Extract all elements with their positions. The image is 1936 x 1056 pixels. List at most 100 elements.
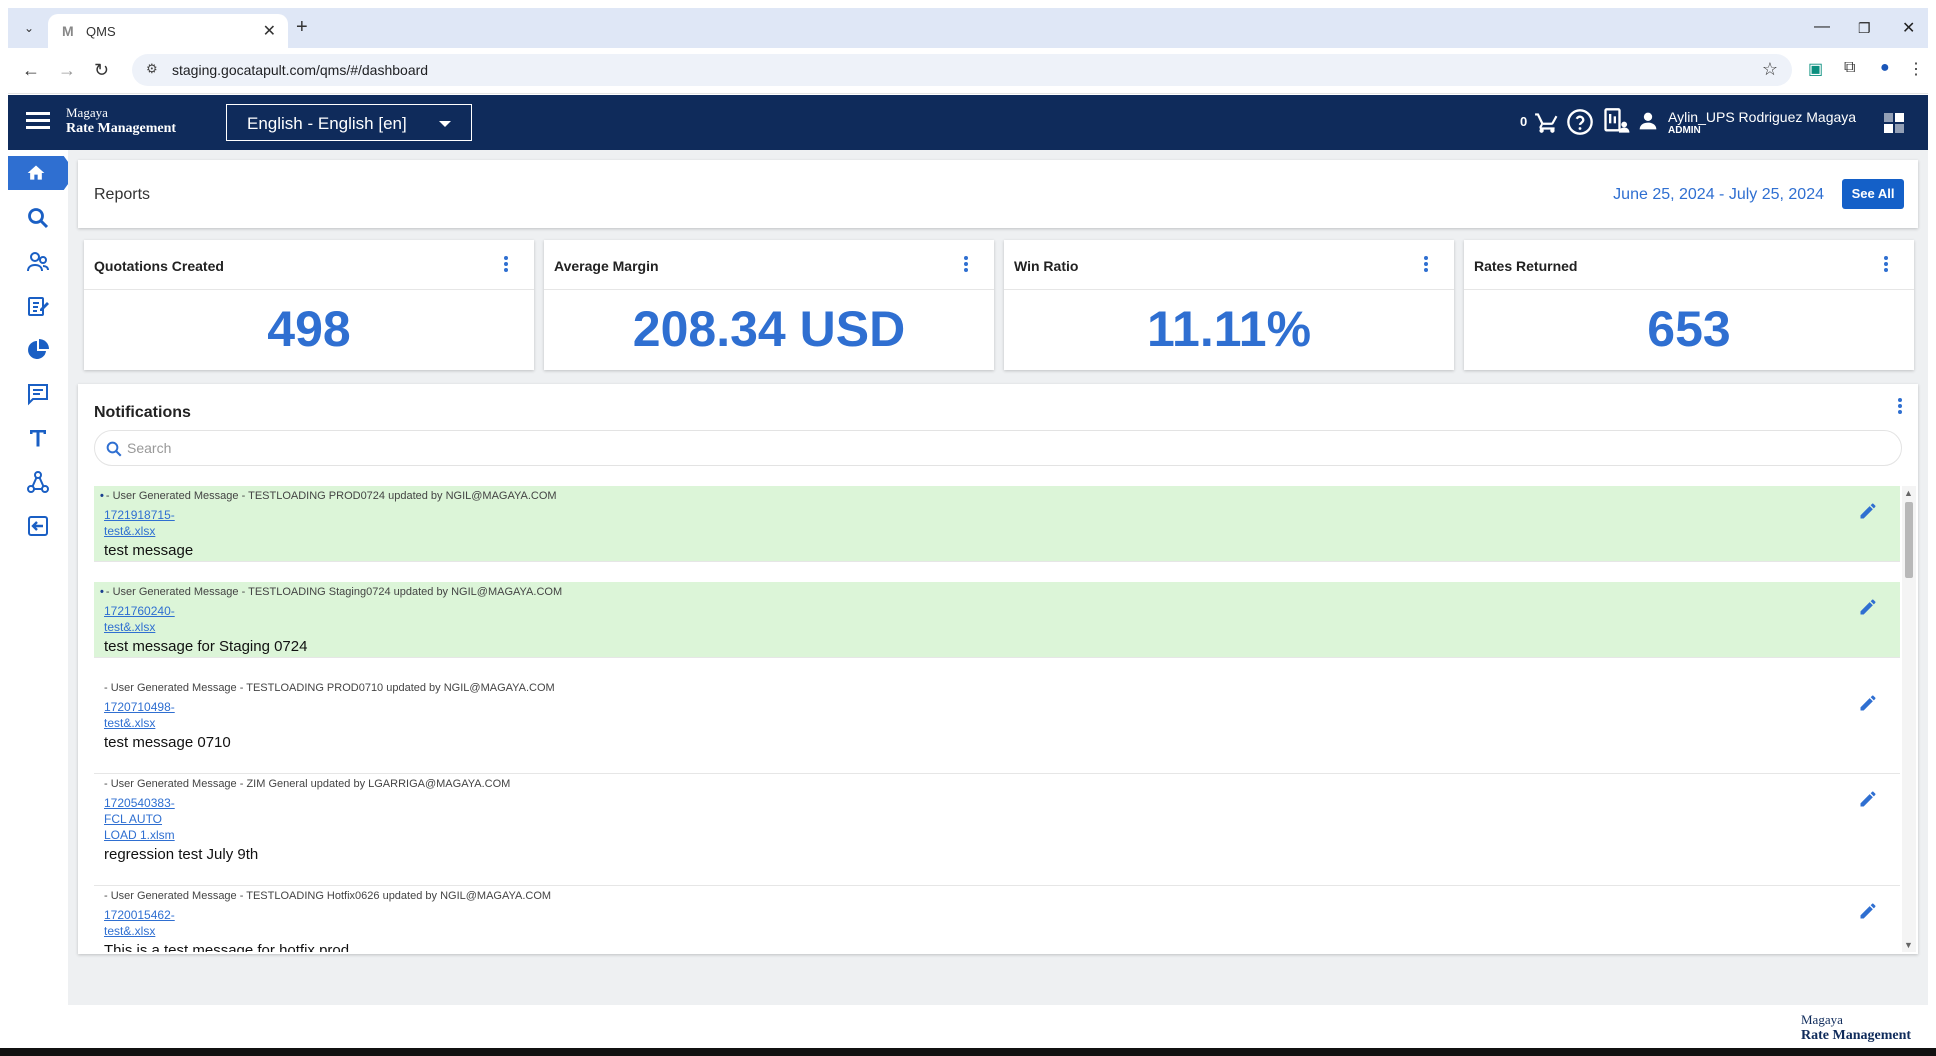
more-options-icon[interactable]	[1883, 256, 1889, 274]
attachment-link[interactable]: 1720540383- FCL AUTO LOAD 1.xlsm	[104, 795, 175, 843]
attachment-link[interactable]: 1720015462- test&.xlsx	[104, 907, 175, 939]
reload-icon[interactable]: ↻	[94, 60, 109, 81]
users-icon[interactable]	[26, 250, 50, 274]
stat-card-win-ratio: Win Ratio 11.11%	[1004, 240, 1454, 370]
attachment-link-line: test&.xlsx	[104, 716, 156, 730]
edit-icon[interactable]	[1858, 597, 1878, 617]
search-input[interactable]	[127, 440, 1887, 456]
message-icon[interactable]	[26, 382, 50, 406]
pie-chart-icon[interactable]	[26, 338, 50, 362]
attachment-link[interactable]: 1721760240- test&.xlsx	[104, 603, 175, 635]
attachment-link[interactable]: 1720710498- test&.xlsx	[104, 699, 175, 731]
screen: ⌄ M QMS ✕ + — ❐ ✕ ← → ↻ ⚙ staging.gocata…	[0, 0, 1936, 1056]
search-icon[interactable]	[26, 206, 50, 230]
stat-card-header: Win Ratio	[1004, 240, 1454, 290]
edit-icon[interactable]	[1858, 501, 1878, 521]
brand-line1: Magaya	[66, 105, 108, 120]
notification-meta: - User Generated Message - TESTLOADING H…	[104, 890, 552, 902]
logout-icon[interactable]	[26, 514, 50, 538]
minimize-icon[interactable]: —	[1814, 18, 1830, 36]
menu-icon[interactable]	[26, 112, 50, 130]
user-name[interactable]: Aylin_UPS Rodriguez Magaya	[1668, 109, 1856, 125]
back-icon[interactable]: ←	[22, 60, 40, 81]
browser-tab[interactable]: M QMS ✕	[48, 14, 288, 48]
edit-icon[interactable]	[1858, 901, 1878, 921]
footer-brand-line2: Rate Management	[1801, 1028, 1912, 1043]
notification-meta: • - User Generated Message - TESTLOADING …	[100, 586, 562, 598]
cart-icon[interactable]	[1534, 109, 1560, 135]
stat-card-header: Average Margin	[544, 240, 994, 290]
edit-icon[interactable]	[1858, 693, 1878, 713]
browser-menu-icon[interactable]: ⋮	[1908, 59, 1924, 79]
notifications-panel: Notifications •- User Generated Message …	[78, 384, 1918, 954]
sidebar-item-home[interactable]	[8, 156, 76, 190]
tab-search-icon[interactable]: ⌄	[18, 17, 40, 39]
see-all-button[interactable]: See All	[1842, 179, 1904, 209]
apps-grid-icon[interactable]	[1884, 113, 1904, 133]
notification-meta-text: - User Generated Message - TESTLOADING S…	[105, 586, 563, 598]
dashboard-main: Reports June 25, 2024 - July 25, 2024 Se…	[68, 150, 1928, 1005]
new-tab-icon[interactable]: +	[296, 16, 308, 39]
attachment-link-line: LOAD 1.xlsm	[104, 828, 175, 842]
url-bar[interactable]: ⚙ staging.gocatapult.com/qms/#/dashboard…	[132, 54, 1792, 86]
help-icon[interactable]	[1566, 108, 1594, 136]
extension-icon[interactable]: ▣	[1808, 59, 1823, 79]
attachment-link-line: FCL AUTO	[104, 812, 163, 826]
reports-title: Reports	[94, 186, 151, 203]
more-options-icon[interactable]	[1423, 256, 1429, 274]
more-options-icon[interactable]	[1897, 398, 1903, 416]
browser-address-bar: ← → ↻ ⚙ staging.gocatapult.com/qms/#/das…	[8, 48, 1928, 94]
reports-user-icon[interactable]	[1602, 107, 1630, 135]
bookmark-star-icon[interactable]: ☆	[1762, 59, 1778, 80]
stat-title: Rates Returned	[1474, 258, 1578, 274]
browser-tab-bar: ⌄ M QMS ✕ + — ❐ ✕	[8, 8, 1928, 48]
date-range[interactable]: June 25, 2024 - July 25, 2024	[1613, 186, 1824, 204]
stat-value: 11.11%	[1146, 301, 1312, 357]
notification-item: • - User Generated Message - TESTLOADING …	[94, 582, 1900, 658]
edit-document-icon[interactable]	[26, 294, 50, 318]
scroll-down-icon[interactable]: ▼	[1904, 940, 1913, 950]
app-header: Magaya Rate Management English - English…	[8, 95, 1928, 150]
url-text: staging.gocatapult.com/qms/#/dashboard	[172, 62, 429, 78]
restore-icon[interactable]: ❐	[1858, 20, 1871, 37]
network-icon[interactable]	[26, 470, 50, 494]
attachment-link-line: test&.xlsx	[104, 924, 156, 938]
caret-down-icon	[439, 121, 451, 127]
notification-meta: - User Generated Message - TESTLOADING P…	[104, 682, 555, 694]
stat-card-header: Quotations Created	[84, 240, 534, 290]
footer-brand: Magaya Rate Management	[1801, 1012, 1911, 1044]
forward-icon[interactable]: →	[58, 60, 76, 81]
more-options-icon[interactable]	[503, 256, 509, 274]
profile-icon[interactable]: ●	[1880, 59, 1890, 77]
attachment-link-line: 1720540383-	[104, 796, 175, 810]
user-icon[interactable]	[1638, 111, 1658, 131]
tab-close-icon[interactable]: ✕	[263, 21, 276, 41]
footer-brand-line1: Magaya	[1801, 1012, 1843, 1027]
site-info-icon[interactable]: ⚙	[146, 61, 158, 77]
notification-message: test message	[104, 542, 194, 559]
scroll-thumb[interactable]	[1905, 502, 1913, 578]
attachment-link-line: 1720710498-	[104, 700, 175, 714]
stat-value: 208.34 USD	[632, 301, 906, 357]
stat-card-header: Rates Returned	[1464, 240, 1914, 290]
edit-icon[interactable]	[1858, 789, 1878, 809]
stat-value: 498	[267, 301, 351, 357]
notifications-list: • - User Generated Message - TESTLOADING …	[94, 486, 1900, 952]
attachment-link-line: 1720015462-	[104, 908, 175, 922]
notifications-scrollbar[interactable]: ▲ ▼	[1902, 486, 1916, 952]
home-icon	[27, 165, 45, 180]
more-options-icon[interactable]	[963, 256, 969, 274]
close-window-icon[interactable]: ✕	[1902, 18, 1915, 38]
stat-title: Quotations Created	[94, 258, 224, 274]
language-select[interactable]: English - English [en]	[226, 104, 472, 141]
sidebar	[8, 150, 76, 1005]
notifications-title: Notifications	[94, 404, 191, 421]
attachment-link-line: 1721760240-	[104, 604, 175, 618]
text-icon[interactable]	[26, 426, 50, 450]
scroll-up-icon[interactable]: ▲	[1904, 488, 1913, 498]
notifications-search	[94, 430, 1902, 466]
attachment-link[interactable]: 1721918715- test&.xlsx	[104, 507, 175, 539]
extensions-puzzle-icon[interactable]: ⧉	[1844, 59, 1855, 77]
notification-item: - User Generated Message - TESTLOADING P…	[94, 678, 1900, 774]
reports-header: Reports June 25, 2024 - July 25, 2024 Se…	[78, 160, 1918, 228]
